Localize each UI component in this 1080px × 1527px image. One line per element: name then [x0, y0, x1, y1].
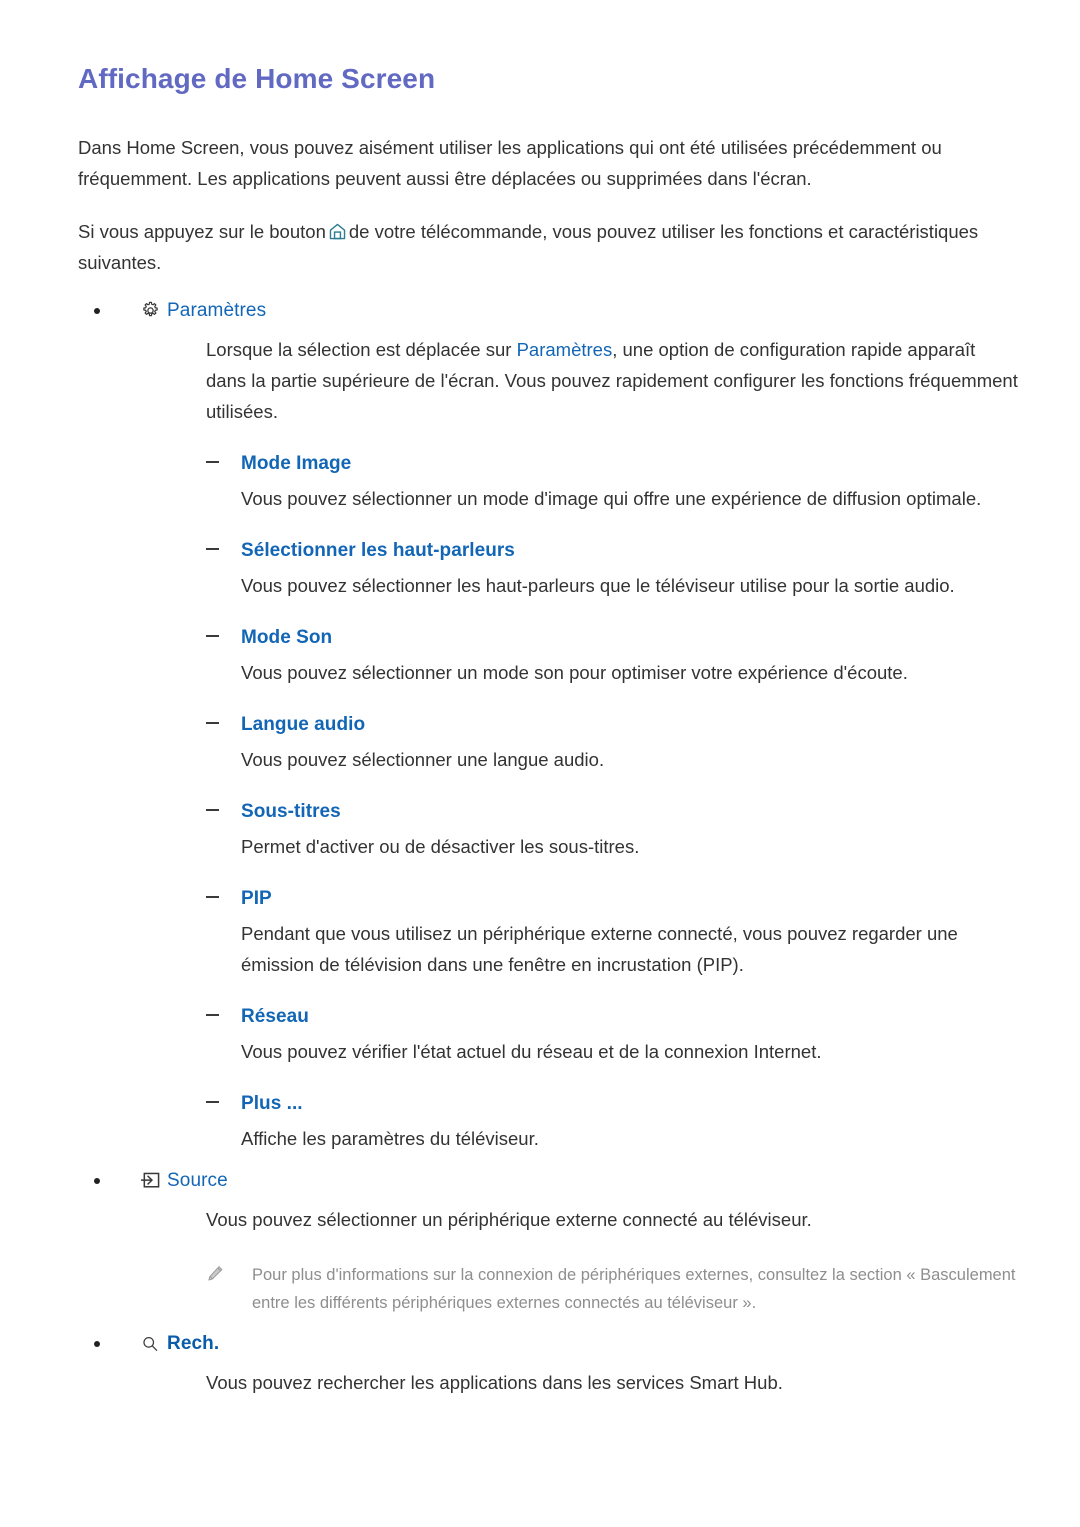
subitem-description: Vous pouvez sélectionner un mode son pou… [241, 661, 908, 683]
subitem-heading[interactable]: Réseau [206, 1006, 1020, 1028]
subitem-description: Vous pouvez sélectionner les haut-parleu… [241, 574, 955, 596]
search-icon [139, 1333, 161, 1355]
gear-icon [139, 300, 161, 322]
section-recherche: Rech. Vous pouvez rechercher les applica… [78, 1333, 1020, 1398]
subitem-selectionner-haut-parleurs: Sélectionner les haut-parleurs Vous pouv… [206, 540, 1020, 601]
subitem-label: Sélectionner les haut-parleurs [241, 539, 515, 561]
subitem-description: Pendant que vous utilisez un périphériqu… [241, 922, 958, 975]
subitem-description: Vous pouvez sélectionner un mode d'image… [241, 487, 982, 509]
dash-marker [206, 460, 219, 463]
pencil-icon [206, 1265, 226, 1285]
subitem-label: Mode Image [241, 452, 352, 474]
subitem-description: Vous pouvez sélectionner une langue audi… [241, 748, 605, 770]
subitem-langue-audio: Langue audio Vous pouvez sélectionner un… [206, 714, 1020, 775]
subitem-heading[interactable]: Sous-titres [206, 801, 1020, 823]
dash-marker [206, 547, 219, 550]
bullet-heading-source[interactable]: Source [94, 1170, 1020, 1192]
source-note: Pour plus d'informations sur la connexio… [206, 1261, 1020, 1317]
subitem-description: Vous pouvez vérifier l'état actuel du ré… [241, 1040, 822, 1062]
source-description: Vous pouvez sélectionner un périphérique… [206, 1208, 812, 1230]
subitem-heading[interactable]: Plus ... [206, 1093, 1020, 1115]
subitem-heading[interactable]: Mode Son [206, 627, 1020, 649]
bullet-label-source: Source [167, 1169, 228, 1191]
subitem-reseau: Réseau Vous pouvez vérifier l'état actue… [206, 1006, 1020, 1067]
subitem-mode-image: Mode Image Vous pouvez sélectionner un m… [206, 453, 1020, 514]
home-icon [328, 222, 347, 241]
subitem-description: Permet d'activer ou de désactiver les so… [241, 835, 640, 857]
intro-paragraph-2: Si vous appuyez sur le bouton de votre té… [78, 216, 1008, 278]
bullet-label-recherche: Rech. [167, 1332, 220, 1354]
parametres-inline-link[interactable]: Paramètres [517, 339, 613, 360]
subitem-heading[interactable]: Sélectionner les haut-parleurs [206, 540, 1020, 562]
bullet-heading-recherche[interactable]: Rech. [94, 1333, 1020, 1355]
subitem-label: Plus ... [241, 1092, 303, 1114]
dash-marker [206, 721, 219, 724]
source-input-icon [139, 1170, 161, 1192]
intro-paragraph-1: Dans Home Screen, vous pouvez aisément u… [78, 136, 942, 189]
bullet-label-parametres: Paramètres [167, 299, 267, 321]
bullet-marker [94, 1177, 100, 1184]
bullet-heading-parametres[interactable]: Paramètres [94, 300, 1020, 322]
dash-marker [206, 1013, 219, 1016]
page-title: Affichage de Home Screen [78, 63, 436, 94]
subitem-heading[interactable]: Langue audio [206, 714, 1020, 736]
parametres-subitems: Mode Image Vous pouvez sélectionner un m… [206, 453, 1020, 1154]
section-source: Source Vous pouvez sélectionner un périp… [78, 1170, 1020, 1317]
intro-paragraph-2-before: Si vous appuyez sur le bouton [78, 220, 326, 242]
dash-marker [206, 808, 219, 811]
bullet-marker [94, 307, 100, 314]
dash-marker [206, 895, 219, 898]
source-note-text: Pour plus d'informations sur la connexio… [252, 1265, 1016, 1312]
subitem-label: Langue audio [241, 713, 366, 735]
document-page: Affichage de Home Screen Dans Home Scree… [0, 0, 1080, 1527]
subitem-label: Réseau [241, 1005, 309, 1027]
subitem-heading[interactable]: PIP [206, 888, 1020, 910]
subitem-description: Affiche les paramètres du téléviseur. [241, 1127, 539, 1149]
parametres-description-part1: Lorsque la sélection est déplacée sur [206, 338, 517, 360]
subitem-label: Mode Son [241, 626, 333, 648]
section-parametres: Paramètres Lorsque la sélection est dépl… [78, 300, 1020, 1154]
subitem-label: PIP [241, 887, 272, 909]
subitem-label: Sous-titres [241, 800, 341, 822]
subitem-pip: PIP Pendant que vous utilisez un périphé… [206, 888, 1020, 980]
parametres-description: Lorsque la sélection est déplacée sur Pa… [206, 334, 1020, 427]
subitem-sous-titres: Sous-titres Permet d'activer ou de désac… [206, 801, 1020, 862]
dash-marker [206, 634, 219, 637]
recherche-description: Vous pouvez rechercher les applications … [206, 1371, 783, 1393]
bullet-marker [94, 1340, 100, 1347]
subitem-plus: Plus ... Affiche les paramètres du télév… [206, 1093, 1020, 1154]
subitem-heading[interactable]: Mode Image [206, 453, 1020, 475]
dash-marker [206, 1100, 219, 1103]
subitem-mode-son: Mode Son Vous pouvez sélectionner un mod… [206, 627, 1020, 688]
